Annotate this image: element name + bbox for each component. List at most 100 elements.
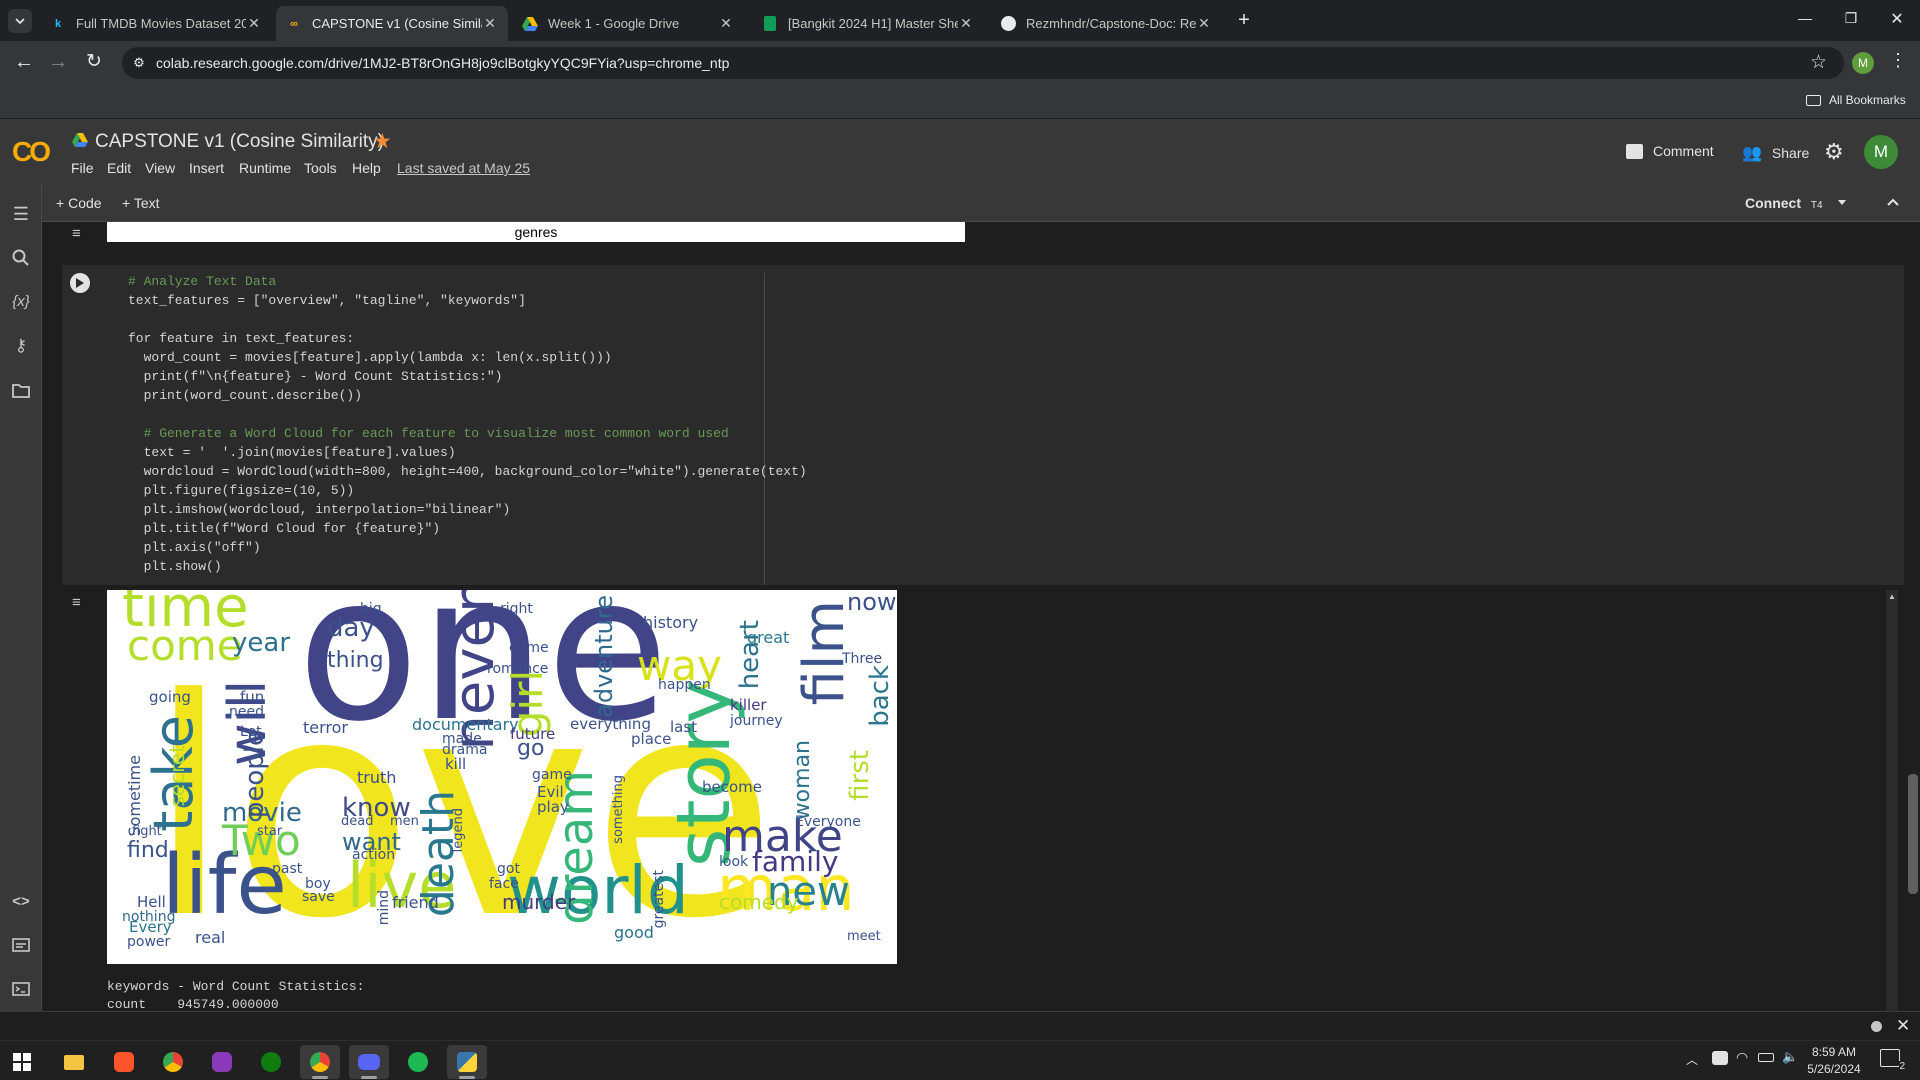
scroll-up-icon[interactable]: ▲ [1888,592,1896,601]
volume-icon[interactable]: 🔈 [1782,1049,1798,1065]
address-bar[interactable]: ⚙ colab.research.google.com/drive/1MJ2-B… [122,47,1844,79]
close-window-icon[interactable]: ✕ [1882,9,1912,29]
bookmark-star-icon[interactable]: ☆ [1810,51,1827,74]
terminal-icon[interactable] [9,977,33,1001]
file-explorer-icon[interactable] [54,1045,94,1079]
site-info-icon[interactable]: ⚙ [130,54,148,72]
code-cell[interactable]: # Analyze Text Data text_features = ["ov… [62,265,1904,585]
close-tab-icon[interactable]: ✕ [958,15,974,32]
taskbar-clock[interactable]: 8:59 AM 5/26/2024 [1804,1045,1864,1076]
colab-logo[interactable]: CO [12,136,51,168]
code-snippets-icon[interactable]: <> [9,889,33,913]
wifi-icon[interactable]: ◠ [1736,1049,1748,1066]
browser-menu-icon[interactable]: ⋮ [1888,50,1908,74]
tray-app-icon[interactable] [1712,1051,1728,1065]
notebook-area[interactable]: ≡ genres # Analyze Text Data text_featur… [42,222,1920,1011]
menu-view[interactable]: View [145,160,175,176]
search-icon[interactable] [9,246,33,270]
code-line[interactable]: wordcloud = WordCloud(width=800, height=… [128,464,807,479]
browser-tab-sheets[interactable]: [Bangkit 2024 H1] Master Sheet ✕ [752,6,984,41]
menu-edit[interactable]: Edit [107,160,131,176]
url-text[interactable]: colab.research.google.com/drive/1MJ2-BT8… [156,55,729,71]
browser-tab-drive[interactable]: Week 1 - Google Drive ✕ [512,6,744,41]
xbox-icon[interactable] [251,1045,291,1079]
code-line[interactable]: for feature in text_features: [128,331,354,346]
files-folder-icon[interactable] [9,378,33,402]
output-scrollbar[interactable]: ▲ [1886,590,1898,1011]
menu-file[interactable]: File [71,160,94,176]
menu-help[interactable]: Help [352,160,381,176]
command-palette-icon[interactable] [9,933,33,957]
connect-dropdown-icon[interactable] [1836,195,1848,213]
reload-icon[interactable]: ↻ [82,51,106,75]
menu-runtime[interactable]: Runtime [239,160,291,176]
comment-button[interactable]: Comment [1626,143,1714,159]
brave-browser-icon[interactable] [104,1045,144,1079]
connect-button[interactable]: Connect T4 [1745,195,1823,211]
output-toggle-icon[interactable]: ≡ [72,594,92,611]
back-icon[interactable]: ← [12,51,36,75]
code-line[interactable]: print(f"\n{feature} - Word Count Statist… [128,369,503,384]
spotify-icon[interactable] [398,1045,438,1079]
table-of-contents-icon[interactable]: ☰ [9,202,33,226]
menu-tools[interactable]: Tools [304,160,337,176]
browser-tab-colab[interactable]: ∞ CAPSTONE v1 (Cosine Similarity ✕ [276,6,508,41]
chrome-active-icon[interactable] [300,1045,340,1079]
account-avatar[interactable]: M [1864,135,1898,169]
code-line[interactable]: plt.axis("off") [128,540,261,555]
wordcloud-word: legend [451,808,466,853]
minimize-icon[interactable]: — [1790,10,1820,30]
python-idle-icon[interactable] [447,1045,487,1079]
restore-icon[interactable]: ❐ [1836,10,1866,30]
menu-insert[interactable]: Insert [189,160,224,176]
close-status-icon[interactable]: ✕ [1896,1016,1910,1036]
folder-icon [1806,94,1821,106]
discord-icon[interactable] [349,1045,389,1079]
settings-gear-icon[interactable]: ⚙ [1824,139,1844,165]
forward-icon[interactable]: → [46,51,70,75]
close-tab-icon[interactable]: ✕ [1196,15,1212,32]
wordcloud-word: woman [790,740,815,821]
code-line[interactable]: print(word_count.describe()) [128,388,362,403]
bookmarks-bar: All Bookmarks [0,85,1920,119]
code-line[interactable]: # Generate a Word Cloud for each feature… [128,426,729,441]
variables-icon[interactable]: {x} [9,289,33,313]
instagram-icon[interactable] [202,1045,242,1079]
code-line[interactable]: plt.title(f"Word Cloud for {feature}") [128,521,440,536]
star-icon[interactable]: ★ [373,129,392,154]
wordcloud-word: got [497,861,520,877]
add-code-button[interactable]: + Code [56,195,102,211]
tray-chevron-icon[interactable]: ︿ [1686,1051,1698,1068]
last-saved-link[interactable]: Last saved at May 25 [397,160,530,176]
close-tab-icon[interactable]: ✕ [246,15,262,32]
code-line[interactable]: word_count = movies[feature].apply(lambd… [128,350,612,365]
tab-search-button[interactable] [8,9,32,33]
wordcloud-word: greatest [651,870,667,929]
new-tab-button[interactable]: + [1230,9,1258,33]
code-line[interactable]: plt.figure(figsize=(10, 5)) [128,483,355,498]
browser-tab-github[interactable]: Rezmhndr/Capstone-Doc: Repo ✕ [990,6,1222,41]
chrome-icon[interactable] [153,1045,193,1079]
secrets-key-icon[interactable]: ⚷ [9,334,33,358]
github-icon [1000,16,1016,32]
code-line[interactable]: # Analyze Text Data [128,274,276,289]
close-tab-icon[interactable]: ✕ [482,15,498,32]
output-toggle-icon[interactable]: ≡ [72,225,92,242]
share-button[interactable]: 👥 Share [1742,143,1809,163]
notebook-scrollbar-thumb[interactable] [1908,774,1918,894]
add-text-button[interactable]: + Text [122,195,160,211]
code-line[interactable]: text = ' '.join(movies[feature].values) [128,445,456,460]
notification-center-icon[interactable]: 2 [1880,1049,1905,1072]
code-line[interactable]: text_features = ["overview", "tagline", … [128,293,526,308]
all-bookmarks-button[interactable]: All Bookmarks [1806,93,1906,107]
battery-icon[interactable] [1758,1053,1774,1062]
run-cell-button[interactable] [70,273,90,293]
collapse-header-icon[interactable] [1886,195,1900,213]
browser-tab-tmdb[interactable]: k Full TMDB Movies Dataset 2024 ✕ [40,6,272,41]
close-tab-icon[interactable]: ✕ [718,15,734,32]
code-line[interactable]: plt.show() [128,559,222,574]
windows-start-icon[interactable] [2,1045,42,1079]
code-line[interactable]: plt.imshow(wordcloud, interpolation="bil… [128,502,511,517]
notebook-title[interactable]: CAPSTONE v1 (Cosine Similarity) [95,131,384,153]
profile-avatar[interactable]: M [1852,52,1874,74]
